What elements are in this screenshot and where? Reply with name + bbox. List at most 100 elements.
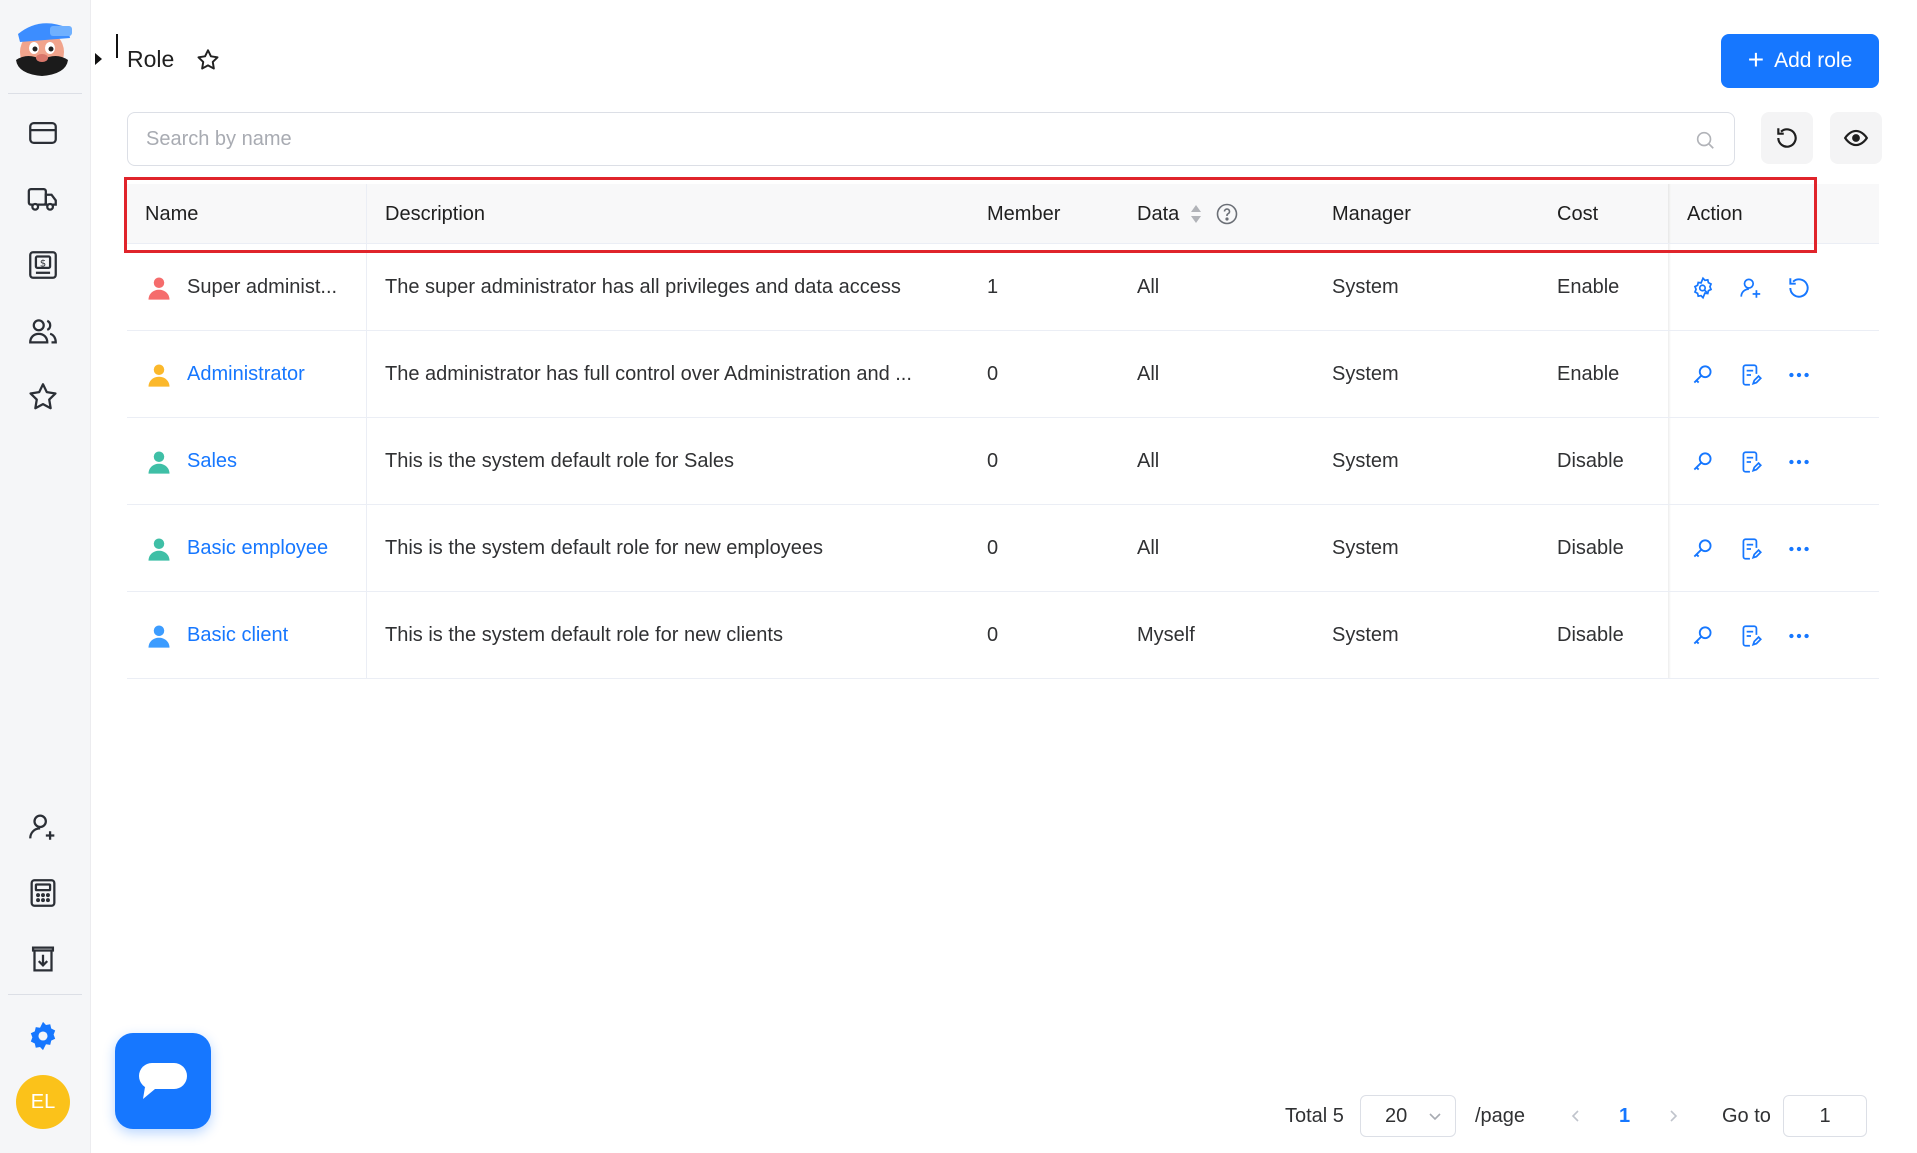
role-person-icon (148, 364, 170, 387)
role-name[interactable]: Basic employee (187, 537, 328, 560)
edit-button[interactable] (1735, 620, 1767, 652)
permissions-button[interactable] (1687, 533, 1719, 565)
edit-button[interactable] (1735, 533, 1767, 565)
sidebar-item-contacts[interactable] (22, 310, 64, 352)
eye-icon (1843, 129, 1869, 147)
sidebar-item-settings[interactable] (22, 1015, 64, 1057)
sidebar-item-delivery[interactable] (22, 178, 64, 220)
cell-action (1687, 244, 1815, 331)
permissions-button[interactable] (1687, 620, 1719, 652)
column-divider (366, 592, 367, 678)
favorite-star-icon[interactable] (195, 47, 221, 73)
reset-button[interactable] (1783, 272, 1815, 304)
refresh-button[interactable] (1761, 112, 1813, 164)
invoice-icon: $ (29, 251, 57, 279)
more-button[interactable] (1783, 446, 1815, 478)
cell-action (1687, 418, 1815, 505)
search-icon[interactable] (1694, 129, 1716, 151)
chat-button[interactable] (115, 1033, 211, 1129)
cell-manager: System (1332, 363, 1399, 385)
cell-name: Administrator (145, 331, 365, 418)
column-divider (366, 505, 367, 591)
table-row: Basic employee This is the system defaul… (127, 505, 1879, 592)
reset-icon (1789, 277, 1809, 298)
cell-description: The super administrator has all privileg… (385, 276, 901, 298)
permissions-button[interactable] (1687, 359, 1719, 391)
goto-label: Go to (1722, 1104, 1771, 1127)
cell-action (1687, 592, 1815, 679)
per-page-label: /page (1475, 1104, 1526, 1127)
cell-cost: Disable (1557, 624, 1624, 646)
cell-data: All (1137, 537, 1160, 559)
role-name[interactable]: Administrator (187, 363, 305, 386)
role-person-icon (148, 451, 170, 474)
page-size-select[interactable]: 20 (1360, 1095, 1456, 1137)
fixed-column-shadow (1668, 505, 1671, 591)
prev-page-button[interactable] (1568, 1095, 1584, 1137)
permissions-button[interactable] (1687, 446, 1719, 478)
column-header-data-label: Data (1137, 202, 1180, 225)
avatar[interactable]: EL (16, 1075, 70, 1129)
sort-icon[interactable] (1189, 203, 1203, 225)
sidebar-item-users[interactable] (22, 806, 64, 848)
column-header-cost: Cost (1557, 202, 1599, 225)
cell-member: 1 (987, 276, 999, 298)
add-role-button[interactable]: + Add role (1721, 34, 1879, 88)
add-user-icon (29, 814, 55, 840)
view-columns-button[interactable] (1830, 112, 1882, 164)
more-button[interactable] (1783, 533, 1815, 565)
text-caret (116, 34, 118, 58)
cell-description: This is the system default role for Sale… (385, 450, 735, 472)
more-icon (1789, 372, 1809, 377)
cell-name: Super administ... (145, 244, 365, 331)
search-input[interactable] (128, 113, 1734, 165)
key-icon (1693, 364, 1712, 383)
page-number-current[interactable]: 1 (1619, 1095, 1630, 1137)
role-person-icon (148, 538, 170, 561)
cell-action (1687, 331, 1815, 418)
sidebar-item-wallet[interactable] (22, 112, 64, 154)
fixed-column-shadow (1668, 184, 1671, 243)
column-header-action: Action (1687, 202, 1743, 225)
plus-icon: + (1747, 43, 1765, 75)
column-divider (366, 418, 367, 504)
help-icon[interactable] (1215, 202, 1239, 226)
sidebar-expand-arrow[interactable] (95, 53, 102, 65)
roles-table: Name Description Member Data Manager Cos… (127, 184, 1879, 679)
sidebar-item-invoices[interactable]: $ (22, 244, 64, 286)
goto-page-input[interactable] (1784, 1096, 1866, 1136)
settings-icon (30, 1021, 56, 1051)
chevron-right-icon (1670, 1110, 1678, 1122)
refresh-icon (1777, 128, 1797, 148)
sidebar-item-downloads[interactable] (22, 938, 64, 980)
table-row: Administrator The administrator has full… (127, 331, 1879, 418)
column-header-data[interactable]: Data (1137, 184, 1239, 244)
more-button[interactable] (1783, 620, 1815, 652)
cell-cost: Enable (1557, 276, 1620, 298)
next-page-button[interactable] (1665, 1095, 1681, 1137)
cell-name: Sales (145, 418, 365, 505)
pagination-total: Total 5 (1285, 1104, 1344, 1127)
role-name[interactable]: Sales (187, 450, 237, 473)
key-icon (1693, 538, 1712, 557)
role-person-icon (148, 625, 170, 648)
edit-button[interactable] (1735, 446, 1767, 478)
more-button[interactable] (1783, 359, 1815, 391)
permission-settings-button[interactable] (1687, 272, 1719, 304)
role-name: Super administ... (187, 276, 338, 298)
sidebar-item-calculator[interactable] (22, 872, 64, 914)
page-size-value: 20 (1385, 1104, 1408, 1127)
add-member-button[interactable] (1735, 272, 1767, 304)
search-box (127, 112, 1735, 166)
more-icon (1789, 459, 1809, 464)
edit-button[interactable] (1735, 359, 1767, 391)
role-name[interactable]: Basic client (187, 624, 288, 647)
cell-data: Myself (1137, 624, 1195, 646)
cell-member: 0 (987, 363, 999, 385)
sidebar-item-favorites[interactable] (22, 376, 64, 418)
edit-document-icon (1742, 537, 1762, 560)
contacts-icon (29, 319, 57, 344)
fixed-column-shadow (1668, 244, 1671, 330)
cell-manager: System (1332, 450, 1399, 472)
page-title: Role (127, 46, 175, 72)
